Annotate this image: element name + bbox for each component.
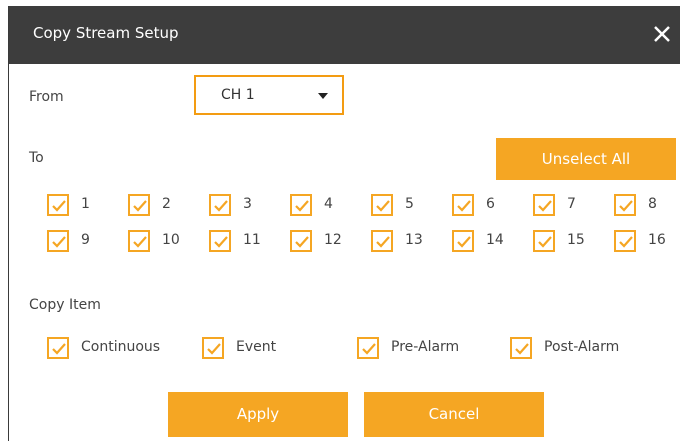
checkmark-icon [452, 230, 474, 252]
checkbox-label: 6 [486, 196, 495, 212]
checkmark-icon [533, 230, 555, 252]
dialog-title: Copy Stream Setup [33, 24, 179, 42]
checkmark-icon [47, 230, 69, 252]
checkmark-icon [290, 194, 312, 216]
dialog-titlebar: Copy Stream Setup [9, 6, 680, 64]
checkbox-label: 2 [162, 196, 171, 212]
checkbox-label: 15 [567, 232, 585, 248]
checkbox-label: Event [236, 339, 277, 355]
checkbox-label: 9 [81, 232, 90, 248]
checkmark-icon [47, 194, 69, 216]
checkbox-label: 11 [243, 232, 261, 248]
checkmark-icon [371, 230, 393, 252]
checkbox-label: 7 [567, 196, 576, 212]
unselect-all-button[interactable]: Unselect All [496, 138, 676, 180]
copy-item-label: Copy Item [29, 297, 101, 313]
checkmark-icon [371, 194, 393, 216]
checkmark-icon [452, 194, 474, 216]
copy-stream-setup-dialog: Copy Stream Setup From CH 1 To Unselect … [8, 6, 680, 441]
from-channel-value: CH 1 [221, 87, 255, 103]
checkmark-icon [128, 194, 150, 216]
checkbox-label: 10 [162, 232, 180, 248]
apply-button[interactable]: Apply [168, 392, 348, 437]
checkbox-label: Post-Alarm [544, 339, 620, 355]
checkmark-icon [614, 230, 636, 252]
checkmark-icon [209, 230, 231, 252]
checkbox-label: 14 [486, 232, 504, 248]
checkbox-label: 4 [324, 196, 333, 212]
checkmark-icon [510, 337, 532, 359]
checkbox-label: Continuous [81, 339, 161, 355]
checkbox-label: 13 [405, 232, 423, 248]
checkbox-label: Pre-Alarm [391, 339, 460, 355]
checkbox-label: 3 [243, 196, 252, 212]
checkmark-icon [357, 337, 379, 359]
checkbox-label: 5 [405, 196, 414, 212]
chevron-down-icon [318, 93, 328, 99]
to-label: To [29, 150, 44, 166]
checkbox-label: 16 [648, 232, 666, 248]
checkmark-icon [533, 194, 555, 216]
from-label: From [29, 89, 64, 105]
checkmark-icon [47, 337, 69, 359]
from-channel-select[interactable]: CH 1 [194, 75, 344, 115]
checkmark-icon [614, 194, 636, 216]
checkbox-label: 8 [648, 196, 657, 212]
checkmark-icon [209, 194, 231, 216]
checkmark-icon [128, 230, 150, 252]
close-icon[interactable] [649, 21, 675, 47]
checkmark-icon [202, 337, 224, 359]
checkbox-label: 1 [81, 196, 90, 212]
checkmark-icon [290, 230, 312, 252]
checkbox-label: 12 [324, 232, 342, 248]
cancel-button[interactable]: Cancel [364, 392, 544, 437]
